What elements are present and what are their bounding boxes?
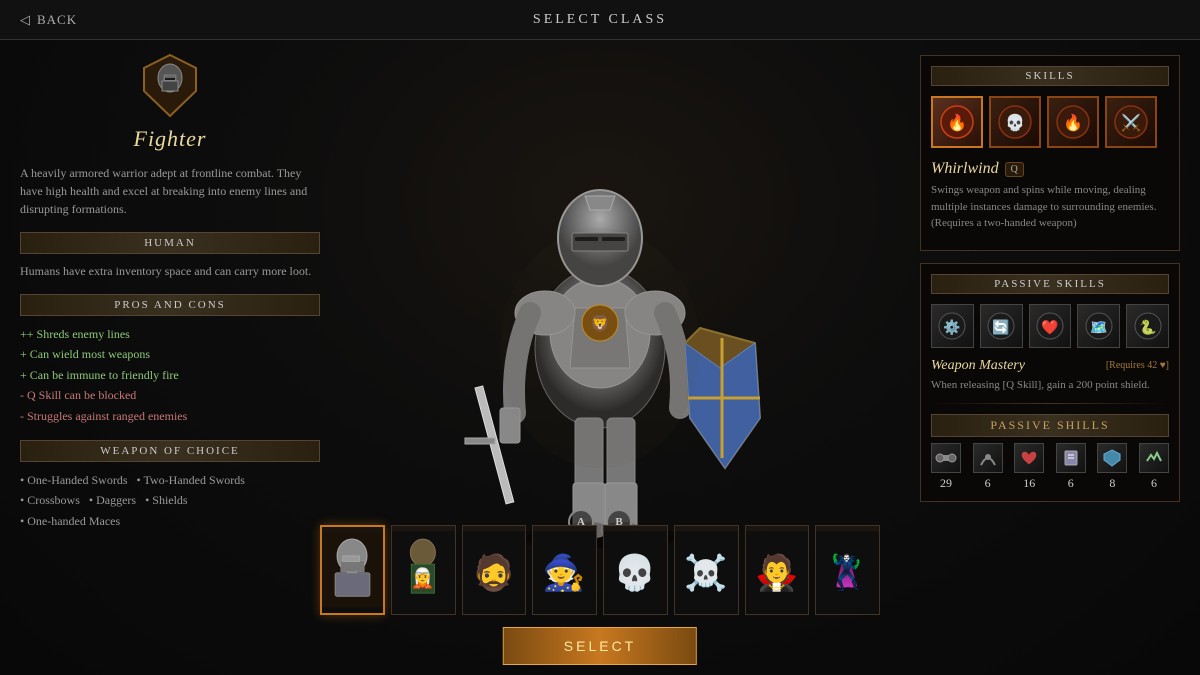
passive-icon-4[interactable]: 🗺️	[1077, 304, 1120, 348]
weapon-item-2: • Crossbows • Daggers • Shields	[20, 490, 320, 510]
svg-text:🔄: 🔄	[992, 319, 1009, 336]
class-thumb-rogue[interactable]: 🧝	[391, 525, 456, 615]
skills-box: SKILLS 🔥 💀 🔥	[920, 55, 1180, 251]
passive-icon-3[interactable]: ❤️	[1029, 304, 1072, 348]
skill-icon-1[interactable]: 🔥	[931, 96, 983, 148]
stat-health: 16	[1014, 443, 1044, 491]
class-name: Fighter	[134, 126, 207, 152]
stat-defense: 8	[1097, 443, 1127, 491]
class-thumb-barbarian[interactable]: 🧔	[462, 525, 527, 615]
stat-knowledge: 6	[1056, 443, 1086, 491]
back-label: BACK	[37, 12, 77, 28]
pro-1: ++ Shreds enemy lines	[20, 324, 320, 344]
pro-2: + Can wield most weapons	[20, 344, 320, 364]
class-selector: 🧝 🧔 🧙 💀 ☠️ 🧛	[320, 525, 880, 615]
con-2: - Struggles against ranged enemies	[20, 406, 320, 426]
svg-text:🦹: 🦹	[826, 551, 869, 592]
select-button-area: SELECT	[503, 627, 697, 665]
svg-text:💀: 💀	[613, 552, 656, 592]
race-label: HUMAN	[20, 232, 320, 254]
svg-text:❤️: ❤️	[1041, 319, 1059, 336]
skill-icon-3[interactable]: 🔥	[1047, 96, 1099, 148]
agility-icon	[973, 443, 1003, 473]
pros-cons-label: PROS AND CONS	[20, 294, 320, 316]
svg-text:🔥: 🔥	[947, 113, 967, 132]
class-thumb-undead1[interactable]: 💀	[603, 525, 668, 615]
weapon-item-1: • One-Handed Swords • Two-Handed Swords	[20, 470, 320, 490]
passive-icons-row: ⚙️ 🔄 ❤️ 🗺️	[931, 304, 1169, 348]
stat-speed: 6	[1139, 443, 1169, 491]
skill-icons-row: 🔥 💀 🔥 ⚔️	[931, 96, 1169, 148]
skills-header: SKILLS	[931, 66, 1169, 86]
race-description: Humans have extra inventory space and ca…	[20, 262, 320, 280]
knowledge-value: 6	[1068, 476, 1074, 491]
back-button[interactable]: ◁ BACK	[20, 12, 77, 28]
class-thumb-vampire[interactable]: 🧛	[745, 525, 810, 615]
stat-strength: 29	[931, 443, 961, 491]
svg-text:☠️: ☠️	[684, 552, 727, 592]
svg-text:🗺️: 🗺️	[1090, 321, 1107, 336]
svg-text:🧙: 🧙	[543, 552, 586, 592]
select-button[interactable]: SELECT	[503, 627, 697, 665]
defense-value: 8	[1109, 476, 1115, 491]
skill-key: Q	[1005, 162, 1024, 177]
left-panel: Fighter A heavily armored warrior adept …	[20, 50, 320, 531]
svg-text:⚔️: ⚔️	[1121, 113, 1141, 132]
top-bar: ◁ BACK SELECT CLASS	[0, 0, 1200, 40]
class-emblem	[140, 50, 200, 120]
pro-3: + Can be immune to friendly fire	[20, 365, 320, 385]
stats-row: 29 6 16	[931, 443, 1169, 491]
svg-text:🐍: 🐍	[1139, 319, 1156, 336]
divider	[931, 403, 1169, 404]
right-panel: SKILLS 🔥 💀 🔥	[920, 55, 1180, 514]
class-description: A heavily armored warrior adept at front…	[20, 164, 320, 218]
speed-value: 6	[1151, 476, 1157, 491]
pros-cons: ++ Shreds enemy lines + Can wield most w…	[20, 324, 320, 426]
skill-icon-4[interactable]: ⚔️	[1105, 96, 1157, 148]
weapon-list: • One-Handed Swords • Two-Handed Swords …	[20, 470, 320, 531]
passive-icon-1[interactable]: ⚙️	[931, 304, 974, 348]
character-area: 🦁 A B	[320, 40, 880, 555]
weapon-item-3: • One-handed Maces	[20, 511, 320, 531]
class-thumb-fighter[interactable]	[320, 525, 385, 615]
con-1: - Q Skill can be blocked	[20, 385, 320, 405]
character-silhouette: 🦁	[410, 48, 790, 548]
svg-text:⚙️: ⚙️	[944, 319, 961, 336]
strength-value: 29	[940, 476, 952, 491]
speed-icon	[1139, 443, 1169, 473]
passive-skills-header: PASSIVE SKILLS	[931, 274, 1169, 294]
passive-icon-5[interactable]: 🐍	[1126, 304, 1169, 348]
passive-description: When releasing [Q Skill], gain a 200 poi…	[931, 377, 1169, 394]
class-header: Fighter	[20, 50, 320, 152]
skill-icon-2[interactable]: 💀	[989, 96, 1041, 148]
svg-text:🔥: 🔥	[1063, 113, 1083, 132]
skill-description: Swings weapon and spins while moving, de…	[931, 182, 1169, 232]
page-title: SELECT CLASS	[533, 12, 667, 28]
agility-value: 6	[985, 476, 991, 491]
strength-icon	[931, 443, 961, 473]
skill-name: Whirlwind	[931, 160, 999, 178]
defense-icon	[1097, 443, 1127, 473]
back-arrow-icon: ◁	[20, 12, 31, 28]
health-icon	[1014, 443, 1044, 473]
svg-text:🧝: 🧝	[411, 566, 435, 589]
passive-name-row: Weapon Mastery [Requires 42 ♥]	[931, 358, 1169, 374]
knowledge-icon	[1056, 443, 1086, 473]
passive-req: [Requires 42 ♥]	[1106, 360, 1169, 371]
svg-text:🧔: 🧔	[472, 551, 515, 592]
passive-name: Weapon Mastery	[931, 358, 1025, 374]
svg-text:🧛: 🧛	[755, 551, 798, 592]
class-thumb-undead2[interactable]: ☠️	[674, 525, 739, 615]
class-thumb-hunter[interactable]: 🦹	[815, 525, 880, 615]
weapon-label: WEAPON OF CHOICE	[20, 440, 320, 462]
passive-icon-2[interactable]: 🔄	[980, 304, 1023, 348]
passive-shills-label: PASSIVE SHILLS	[931, 414, 1169, 437]
passive-skills-box: PASSIVE SKILLS ⚙️ 🔄 ❤️	[920, 263, 1180, 503]
stat-agility: 6	[973, 443, 1003, 491]
svg-text:💀: 💀	[1005, 113, 1025, 132]
skill-name-row: Whirlwind Q	[931, 160, 1169, 178]
class-thumb-wizard[interactable]: 🧙	[532, 525, 597, 615]
health-value: 16	[1023, 476, 1035, 491]
